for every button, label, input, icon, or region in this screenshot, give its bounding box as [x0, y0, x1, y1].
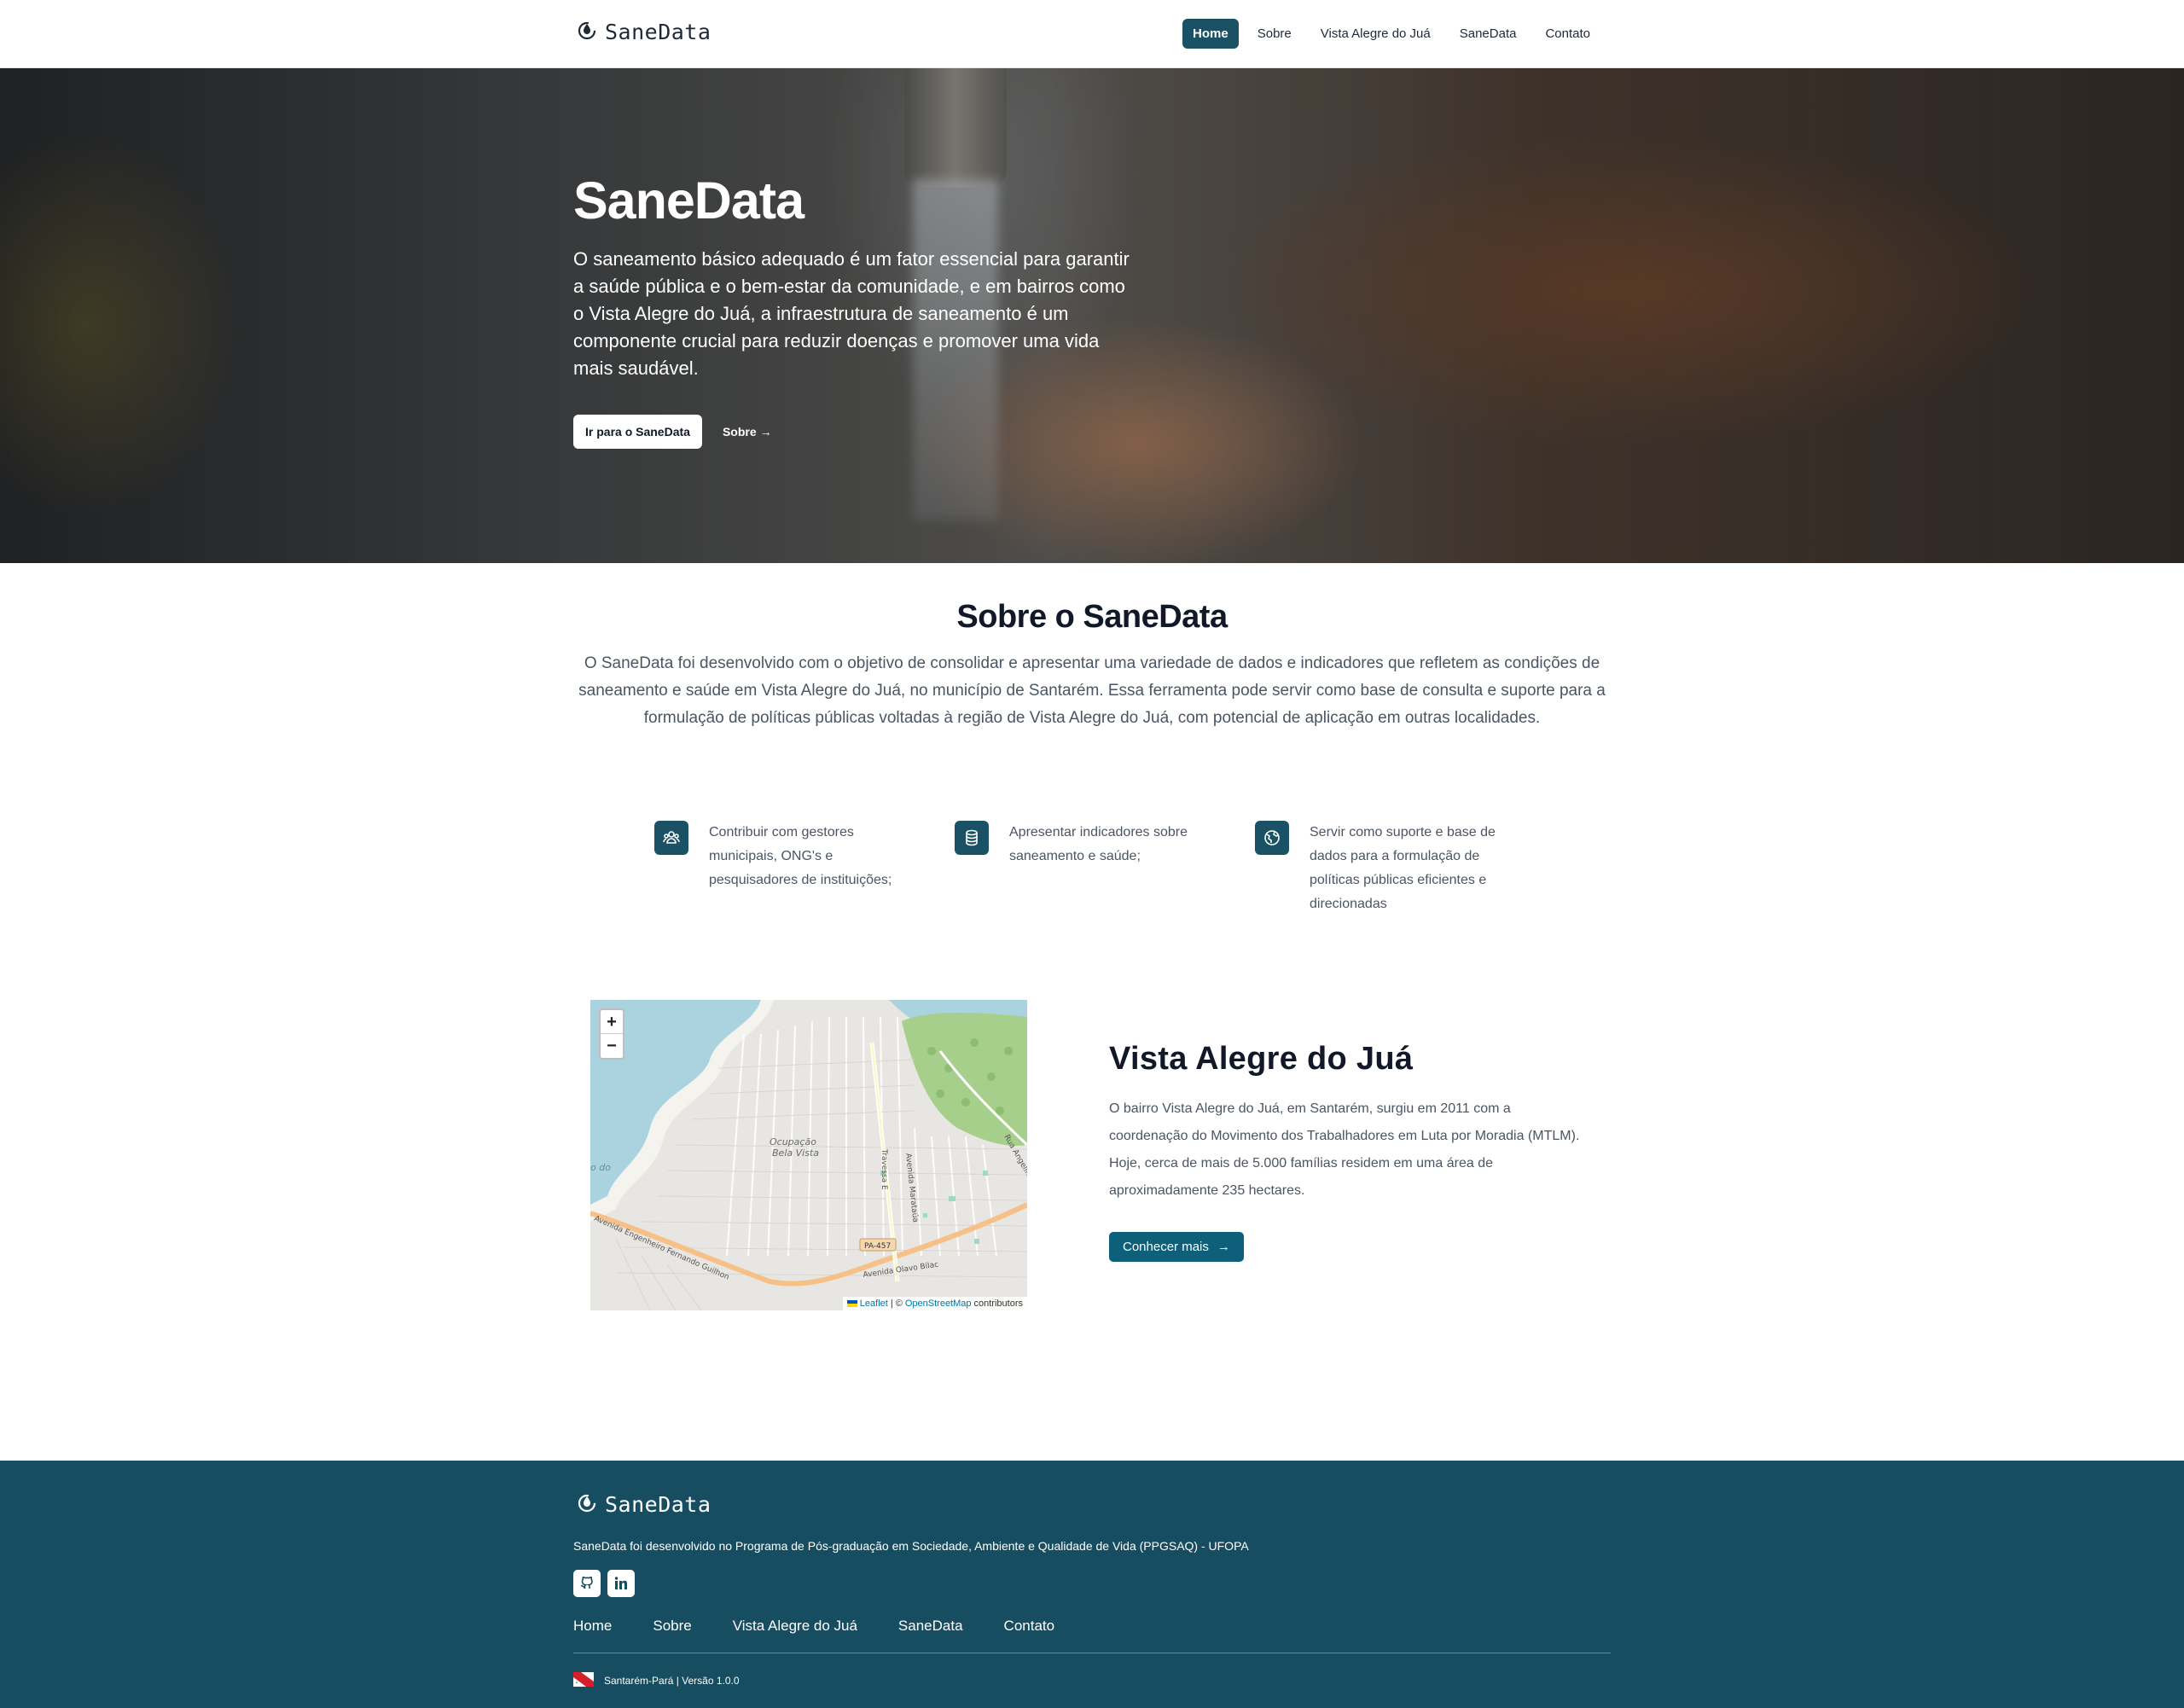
about-link-label: Sobre	[722, 425, 757, 439]
footer-link-home[interactable]: Home	[573, 1618, 612, 1635]
vista-alegre-title: Vista Alegre do Juá	[1109, 1041, 1414, 1077]
nav-home[interactable]: Home	[1182, 19, 1239, 49]
arrow-right-icon: →	[1217, 1240, 1230, 1254]
feature-item: Apresentar indicadores sobre saneamento …	[955, 821, 1216, 916]
feature-text: Servir como suporte e base de dados para…	[1310, 825, 1496, 911]
footer-description: SaneData foi desenvolvido no Programa de…	[573, 1539, 1249, 1553]
hero-buttons: Ir para o SaneData Sobre →	[573, 415, 1136, 449]
footer-link-vista-alegre[interactable]: Vista Alegre do Juá	[733, 1618, 857, 1635]
map-label-pa: PA-457	[864, 1242, 891, 1251]
features-list: Contribuir com gestores municipais, ONG'…	[654, 821, 1525, 916]
footer-bottom: Santarém-Pará | Versão 1.0.0	[573, 1672, 740, 1689]
map-label-ocupacao: Ocupação	[770, 1136, 816, 1147]
map-label-bela-vista: Bela Vista	[772, 1147, 819, 1159]
nav-sanedata[interactable]: SaneData	[1449, 19, 1527, 49]
footer-link-contato[interactable]: Contato	[1004, 1618, 1055, 1635]
hero-title: SaneData	[573, 171, 804, 229]
about-link[interactable]: Sobre →	[723, 425, 772, 439]
globe-icon	[1255, 821, 1289, 855]
learn-more-button[interactable]: Conhecer mais →	[1109, 1232, 1244, 1262]
footer-link-sobre[interactable]: Sobre	[653, 1618, 691, 1635]
feature-item: Contribuir com gestores municipais, ONG'…	[654, 821, 915, 916]
arrow-right-icon: →	[759, 425, 772, 439]
hero-text: O saneamento básico adequado é um fator …	[573, 248, 1130, 379]
map-attribution: Leaflet | © OpenStreetMap contributors	[842, 1297, 1027, 1310]
navbar: SaneData Home Sobre Vista Alegre do Juá …	[0, 0, 2184, 68]
osm-link[interactable]: OpenStreetMap	[905, 1298, 972, 1309]
vista-alegre-text: O bairro Vista Alegre do Juá, em Santaré…	[1109, 1101, 1580, 1198]
footer: SaneData SaneData foi desenvolvido no Pr…	[0, 1461, 2184, 1708]
footer-nav: Home Sobre Vista Alegre do Juá SaneData …	[573, 1618, 1054, 1635]
ukraine-flag-icon	[846, 1300, 857, 1307]
learn-more-label: Conhecer mais	[1123, 1240, 1209, 1254]
brand-name: SaneData	[605, 20, 712, 44]
brand-logo[interactable]: SaneData	[576, 19, 711, 45]
droplet-recycle-icon	[576, 19, 598, 45]
hero-content: SaneData O saneamento básico adequado é …	[573, 171, 1136, 449]
go-to-sanedata-button[interactable]: Ir para o SaneData	[573, 415, 702, 449]
droplet-recycle-icon	[576, 1491, 598, 1518]
map-widget[interactable]: Ocupação Bela Vista o do Travessa E Aven…	[590, 1000, 1027, 1310]
map-zoom-controls: + −	[599, 1008, 624, 1060]
zoom-out-button[interactable]: −	[601, 1034, 623, 1058]
nav-sobre[interactable]: Sobre	[1247, 19, 1302, 49]
attribution-contributors: contributors	[973, 1298, 1023, 1309]
about-text: O SaneData foi desenvolvido com o objeti…	[578, 654, 1606, 727]
footer-brand[interactable]: SaneData	[576, 1491, 711, 1518]
feature-item: Servir como suporte e base de dados para…	[1255, 821, 1516, 916]
feature-text: Contribuir com gestores municipais, ONG'…	[709, 825, 892, 887]
footer-link-sanedata[interactable]: SaneData	[898, 1618, 963, 1635]
map-label-edge: o do	[590, 1162, 611, 1173]
main-nav: Home Sobre Vista Alegre do Juá SaneData …	[1182, 19, 1600, 49]
para-flag-icon	[573, 1672, 594, 1689]
feature-text: Apresentar indicadores sobre saneamento …	[1009, 825, 1188, 863]
map-label-travessa: Travessa E	[880, 1148, 888, 1190]
footer-bottom-text: Santarém-Pará | Versão 1.0.0	[604, 1675, 740, 1687]
zoom-in-button[interactable]: +	[601, 1010, 623, 1034]
leaflet-link[interactable]: Leaflet	[860, 1298, 888, 1309]
attribution-separator: | ©	[890, 1298, 903, 1309]
hero-section: SaneData O saneamento básico adequado é …	[0, 68, 2184, 563]
footer-social	[573, 1570, 635, 1597]
about-title: Sobre o SaneData	[956, 599, 1228, 635]
nav-contato[interactable]: Contato	[1535, 19, 1600, 49]
github-icon[interactable]	[573, 1570, 601, 1597]
footer-brand-name: SaneData	[605, 1492, 712, 1517]
people-icon	[654, 821, 688, 855]
database-icon	[955, 821, 989, 855]
nav-vista-alegre[interactable]: Vista Alegre do Juá	[1310, 19, 1441, 49]
linkedin-icon[interactable]	[607, 1570, 635, 1597]
